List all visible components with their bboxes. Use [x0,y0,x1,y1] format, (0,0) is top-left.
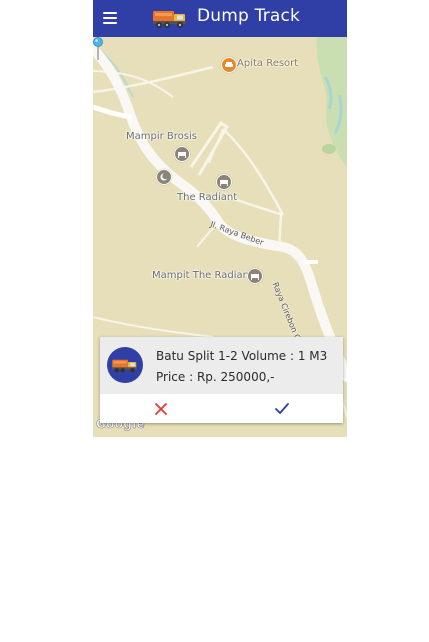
order-price: Price : Rp. 250000,- [156,370,275,384]
mosque-icon[interactable] [156,169,172,185]
order-description: Batu Split 1-2 Volume : 1 M3 [156,349,328,363]
hamburger-menu-icon[interactable] [103,8,123,28]
location-pin-icon[interactable] [93,37,103,61]
dump-truck-icon [153,11,186,28]
order-card-info: Batu Split 1-2 Volume : 1 M3 Price : Rp.… [100,337,343,394]
app-bar: Dump Track [93,0,347,37]
check-icon[interactable] [271,400,293,418]
poi-label-mampir-brosis[interactable]: Mampir Brosis [126,131,197,142]
dump-truck-icon [112,359,137,373]
close-icon[interactable] [150,400,172,418]
app-title: Dump Track [197,6,301,26]
poi-label-apita-resort[interactable]: Apita Resort [237,58,298,69]
order-card: Batu Split 1-2 Volume : 1 M3 Price : Rp.… [100,337,343,423]
avatar [107,347,143,383]
hotel-icon[interactable] [174,146,190,162]
phone-screen: Dump Track Apita Resort Mampir Brosis Th… [93,0,347,437]
order-card-actions [100,394,343,423]
restaurant-icon[interactable] [221,57,237,73]
hotel-icon[interactable] [247,268,263,284]
poi-label-the-radiant[interactable]: The Radiant [177,192,237,203]
poi-label-mampit-the-radiant[interactable]: Mampit The Radiant [152,270,253,281]
hotel-icon[interactable] [216,174,232,190]
